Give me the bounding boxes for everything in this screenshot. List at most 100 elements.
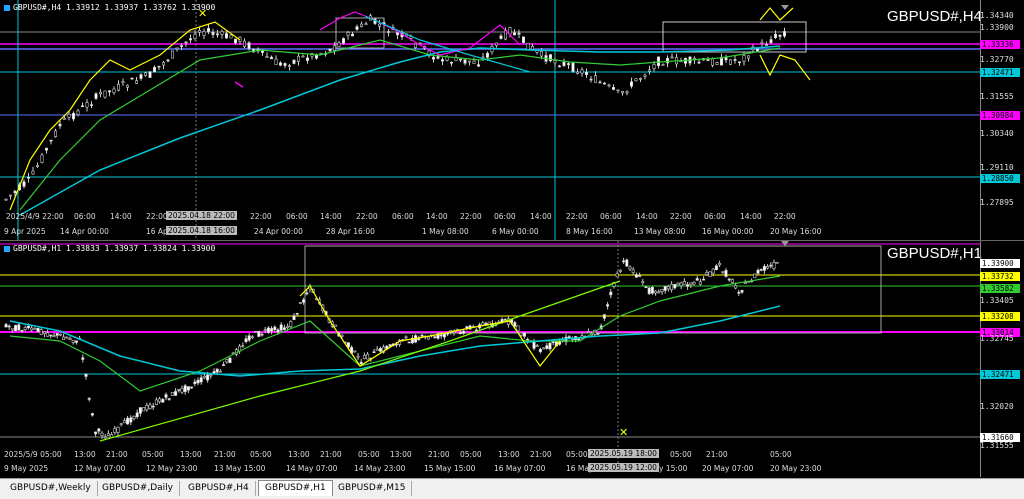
h4-candle (733, 59, 737, 61)
h4-header-text: GBPUSD#,H4 1.33912 1.33937 1.33762 1.339… (13, 3, 216, 12)
h1-header-text: GBPUSD#,H1 1.33833 1.33937 1.33824 1.339… (13, 244, 216, 253)
h4-candle (760, 41, 764, 44)
h4-candle (467, 60, 471, 63)
h1-candle (679, 282, 683, 287)
time-label: 13:00 (180, 450, 202, 459)
h4-candle (287, 65, 291, 67)
h4-candle (90, 104, 94, 106)
h1-candle (206, 374, 210, 381)
h4-candle (557, 65, 561, 68)
h1-candle (42, 331, 46, 334)
tab-m15[interactable]: GBPUSD#,M15 (332, 481, 413, 496)
h1-candle (762, 265, 766, 271)
h1-candle (183, 385, 187, 392)
h1-candle (538, 348, 542, 353)
h1-candle (737, 291, 741, 294)
h4-candle (225, 33, 229, 39)
h1-candle (122, 420, 126, 424)
date-label: 24 Apr 00:00 (254, 227, 303, 236)
time-label: 14:00 (740, 212, 762, 221)
h4-candle (449, 62, 453, 64)
h1-candle (426, 336, 430, 340)
h1-candle (596, 333, 600, 335)
h1-candle (4, 324, 8, 328)
cross-marker: ✕ (619, 426, 628, 439)
h1-candle (289, 321, 293, 327)
h1-candle (116, 426, 120, 433)
h1-candle (721, 271, 725, 274)
h1-candle (100, 432, 104, 436)
h1-candle (119, 423, 123, 426)
h4-candle (616, 89, 620, 92)
h1-candle (273, 326, 277, 330)
h4-candle (458, 58, 462, 61)
h1-candle (106, 433, 110, 436)
h1-candle (84, 373, 88, 377)
h4-candle (314, 54, 318, 59)
h4-candle (346, 32, 350, 36)
h1-candle (250, 336, 254, 339)
price-label: 1.33405 (980, 296, 1014, 305)
h1-candle (711, 268, 715, 274)
h1-candle (270, 328, 274, 332)
h1-candle (180, 388, 184, 393)
h4-chart-pane[interactable]: ✕ GBPUSD#,H4 1.33912 1.33937 1.33762 1.3… (0, 0, 1024, 241)
h4-candle (193, 33, 197, 40)
h4-candle (265, 56, 269, 58)
date-label: 12 May 07:00 (74, 464, 126, 473)
h1-candle (628, 266, 632, 270)
h4-chart-canvas[interactable]: ✕ (0, 0, 1024, 240)
h4-candle (44, 147, 48, 151)
h4-candle (62, 118, 66, 120)
zigzag-yellow-line (9, 21, 241, 211)
h1-candle (97, 428, 101, 432)
h4-candle (413, 43, 417, 48)
h1-candle (503, 319, 507, 321)
tab-h4[interactable]: GBPUSD#,H4 (182, 481, 256, 496)
h4-candle (476, 64, 480, 67)
h4-candle (431, 56, 435, 60)
price-label: 1.32770 (980, 55, 1014, 64)
h4-candle (72, 112, 76, 120)
h1-candle (705, 272, 709, 275)
time-label: 22:00 (250, 212, 272, 221)
h4-candle (67, 113, 71, 118)
h1-chart-pane[interactable]: ✕ GBPUSD#,H1 1.33833 1.33937 1.33824 1.3… (0, 241, 1024, 477)
h4-candle (395, 32, 399, 36)
h4-candle (328, 48, 332, 52)
h4-candle (278, 62, 282, 66)
h1-candle (375, 348, 379, 351)
h4-candle (332, 45, 336, 51)
h4-candle (386, 31, 390, 33)
h1-candle (714, 265, 718, 271)
h4-candle (742, 55, 746, 62)
tab-h1[interactable]: GBPUSD#,H1 (258, 480, 333, 496)
h4-candle (305, 57, 309, 61)
h4-candle (728, 59, 732, 65)
tab-weekly[interactable]: GBPUSD#,Weekly (4, 481, 98, 496)
h4-candle (153, 66, 157, 73)
h4-candle (103, 90, 107, 98)
h4-candle (274, 58, 278, 65)
h1-candle (260, 333, 264, 336)
h4-candle (598, 81, 602, 84)
h4-candle (517, 32, 521, 35)
price-tag: 1.33336 (980, 40, 1020, 49)
price-tag: 1.28850 (980, 174, 1020, 183)
h4-candle (661, 64, 665, 66)
h1-candle (686, 284, 690, 287)
tab-daily[interactable]: GBPUSD#,Daily (96, 481, 180, 496)
h1-candle (68, 338, 72, 340)
h4-candle (243, 40, 247, 47)
h1-chart-canvas[interactable]: ✕ (0, 241, 1024, 477)
h1-candle (215, 368, 219, 373)
h4-candle (463, 59, 467, 64)
h1-candle (135, 412, 139, 418)
price-label: 1.33900 (980, 23, 1014, 32)
h4-candle (521, 36, 525, 43)
h4-candle (207, 28, 211, 32)
h1-candle (340, 334, 344, 337)
h4-candle (773, 33, 777, 38)
h4-candle (526, 42, 530, 50)
h4-candle (494, 42, 498, 46)
